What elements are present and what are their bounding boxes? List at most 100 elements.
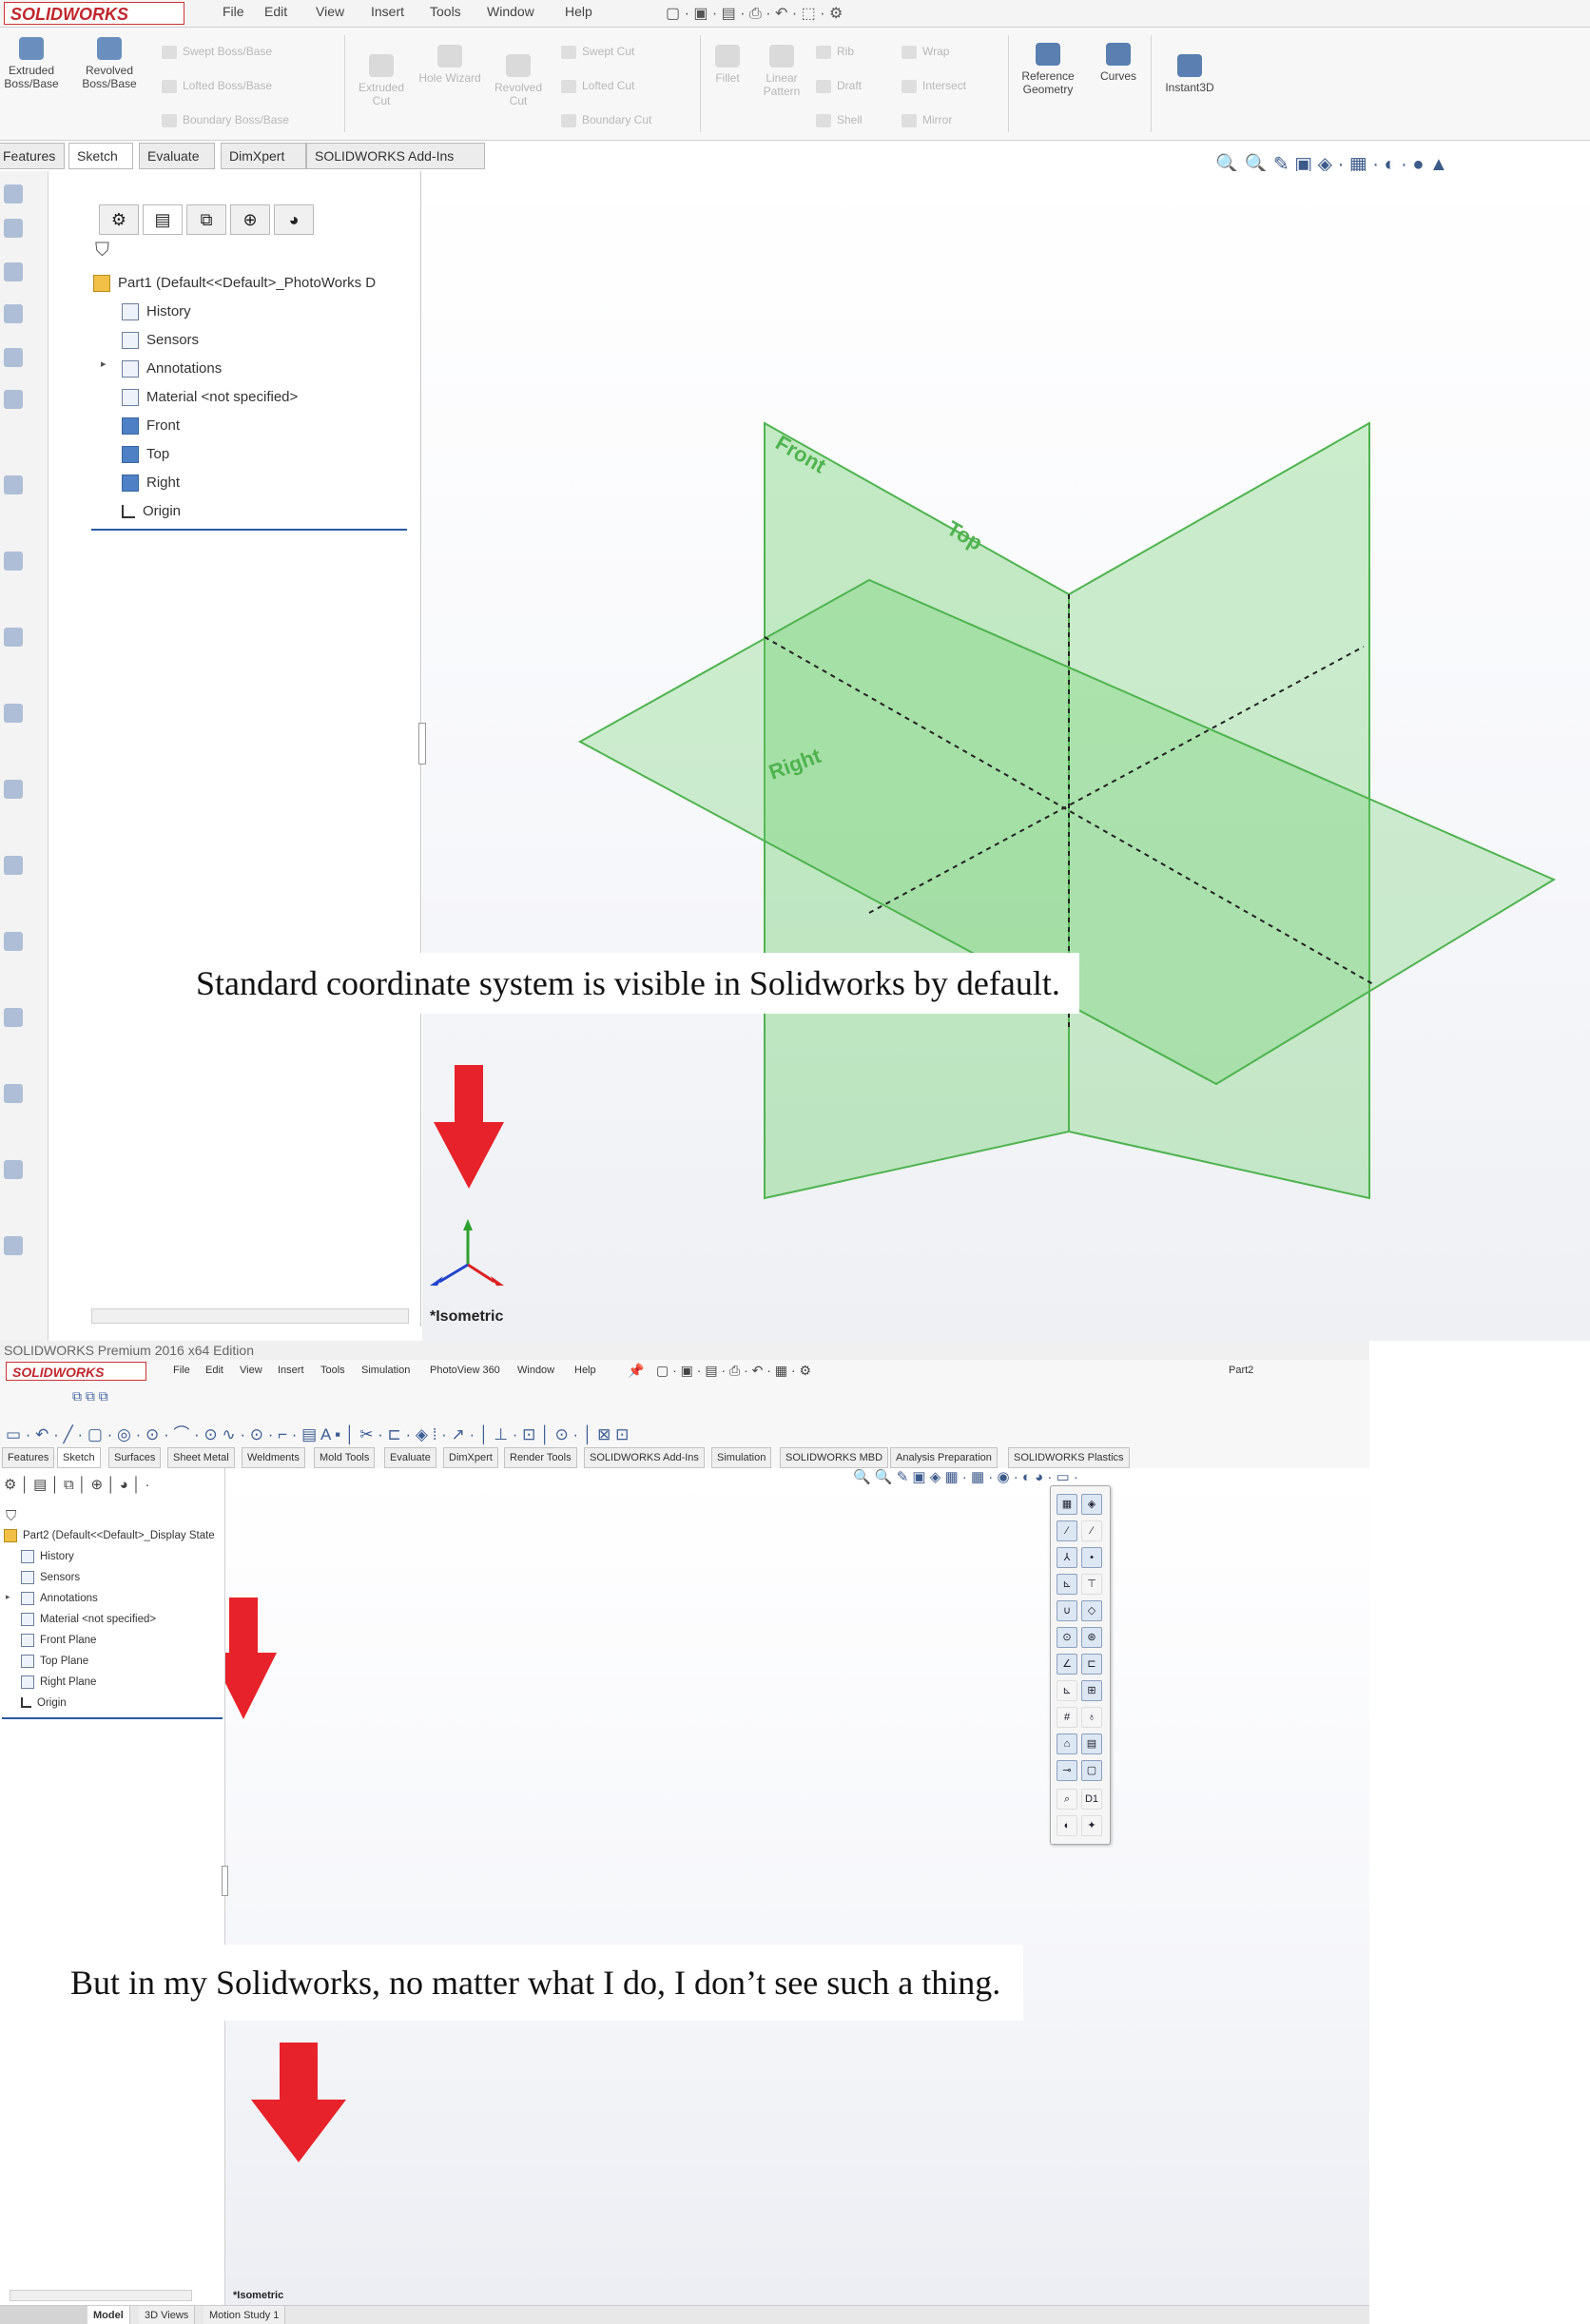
line-icon[interactable] — [4, 184, 23, 203]
intersect-button[interactable]: Intersect — [902, 79, 966, 93]
shell-button[interactable]: Shell — [816, 113, 863, 127]
graphics-area[interactable]: Front Top Right *Isometric — [418, 171, 1590, 1341]
menu-photoview[interactable]: PhotoView 360 — [430, 1365, 500, 1376]
view-origins-icon[interactable]: ⊾ — [1057, 1574, 1077, 1595]
feature-manager-tab[interactable]: ⚙ — [99, 204, 139, 235]
draft-button[interactable]: Draft — [816, 79, 862, 93]
view-cameras-icon[interactable]: ⌂ — [1057, 1733, 1077, 1754]
menu-edit[interactable]: Edit — [264, 4, 287, 19]
swept-cut-button[interactable]: Swept Cut — [561, 45, 634, 59]
lofted-cut-button[interactable]: Lofted Cut — [561, 79, 634, 93]
tab-evaluate[interactable]: Evaluate — [139, 143, 215, 169]
tree-item-origin[interactable]: Origin — [122, 498, 181, 525]
display-manager-tab[interactable]: ◕ — [274, 204, 314, 235]
lofted-boss-button[interactable]: Lofted Boss/Base — [162, 79, 272, 93]
menu-simulation[interactable]: Simulation — [361, 1365, 410, 1376]
mirror-button[interactable]: Mirror — [902, 113, 952, 127]
tab-model[interactable]: Model — [87, 2306, 130, 2324]
tree-part-root[interactable]: Part1 (Default<<Default>_PhotoWorks D — [93, 270, 376, 297]
tree-item-sensors[interactable]: Sensors — [21, 1569, 80, 1586]
view-annotations-icon[interactable]: ⊤ — [1081, 1574, 1102, 1595]
tab-scroll-controls[interactable] — [0, 2306, 88, 2324]
view-coordinate-systems-icon[interactable]: ⅄ — [1057, 1547, 1077, 1568]
tab-addins[interactable]: SOLIDWORKS Add-Ins — [584, 1447, 705, 1468]
view-grid-icon[interactable]: ⊞ — [1081, 1680, 1102, 1701]
quick-access-icons[interactable]: ▢ · ▣ · ▤ · ⎙ · ↶ · ⬚ · ⚙ — [666, 4, 843, 23]
view-lights-icon[interactable]: ♁ — [1081, 1707, 1102, 1728]
menu-insert[interactable]: Insert — [278, 1365, 304, 1376]
view-sketches-icon[interactable]: ◇ — [1081, 1600, 1102, 1621]
tab-render-tools[interactable]: Render Tools — [504, 1447, 577, 1468]
tab-sheet-metal[interactable]: Sheet Metal — [167, 1447, 235, 1468]
tree-item-material[interactable]: Material <not specified> — [21, 1611, 156, 1628]
menu-edit[interactable]: Edit — [205, 1365, 223, 1376]
tab-sketch[interactable]: Sketch — [68, 143, 133, 169]
view-sketch-grid-icon[interactable]: # — [1057, 1707, 1077, 1728]
panel-resize-handle[interactable] — [222, 1866, 228, 1896]
repair-icon[interactable] — [4, 932, 23, 951]
expand-arrow-icon[interactable]: ▸ — [6, 1592, 10, 1602]
rib-button[interactable]: Rib — [816, 45, 854, 59]
panel-resize-handle[interactable] — [418, 723, 426, 765]
menu-help[interactable]: Help — [574, 1365, 596, 1376]
tab-evaluate[interactable]: Evaluate — [384, 1447, 436, 1468]
boundary-boss-button[interactable]: Boundary Boss/Base — [162, 113, 289, 127]
view-all-types-icon[interactable]: ✦ — [1081, 1815, 1102, 1836]
mirror-entities-icon[interactable] — [4, 628, 23, 647]
view-dimension-names-icon[interactable]: ⊾ — [1057, 1680, 1077, 1701]
tree-part-root[interactable]: Part2 (Default<<Default>_Display State — [4, 1527, 215, 1544]
menu-window[interactable]: Window — [517, 1365, 554, 1376]
tab-motion-study[interactable]: Motion Study 1 — [204, 2306, 286, 2324]
curves-button[interactable]: Curves — [1090, 43, 1147, 83]
tab-addins[interactable]: SOLIDWORKS Add-Ins — [306, 143, 485, 169]
instant2d-icon[interactable] — [4, 1160, 23, 1179]
tab-features[interactable]: Features — [0, 143, 65, 169]
menu-view[interactable]: View — [316, 4, 344, 19]
view-curves-icon[interactable]: ∪ — [1057, 1600, 1077, 1621]
menu-view[interactable]: View — [240, 1365, 262, 1376]
menu-window[interactable]: Window — [487, 4, 534, 19]
trim-icon[interactable] — [4, 475, 23, 494]
extruded-boss-button[interactable]: Extruded Boss/Base — [0, 37, 63, 90]
tree-item-material[interactable]: Material <not specified> — [122, 384, 298, 411]
menu-tools[interactable]: Tools — [320, 1365, 345, 1376]
tree-item-sensors[interactable]: Sensors — [122, 327, 199, 354]
spline-icon[interactable] — [4, 348, 23, 367]
small-toolbar-icons[interactable]: ⧉ ⧉ ⧉ — [72, 1388, 108, 1404]
quick-snap-icon[interactable] — [4, 1008, 23, 1027]
view-selection-icon[interactable]: ⌕ — [1057, 1789, 1077, 1810]
pin-icon[interactable]: 📌 — [628, 1363, 644, 1379]
view-dim1-button[interactable]: D1 — [1081, 1789, 1102, 1810]
offset-icon[interactable] — [4, 552, 23, 571]
view-routes-icon[interactable]: ⊏ — [1081, 1654, 1102, 1675]
tab-analysis-preparation[interactable]: Analysis Preparation — [890, 1447, 998, 1468]
relations-icon[interactable] — [4, 856, 23, 875]
pattern-icon[interactable] — [4, 704, 23, 723]
sketch-tools-row[interactable]: ▭ · ↶ · ╱ · ▢ · ◎ · ⊙ · ⌒ · ⊙ ∿ · ⊙ · ⌐ … — [6, 1421, 629, 1444]
property-manager-tab[interactable]: ▤ — [143, 204, 183, 235]
tab-sketch[interactable]: Sketch — [57, 1447, 101, 1468]
tab-dimxpert[interactable]: DimXpert — [443, 1447, 498, 1468]
tree-item-front-plane[interactable]: Front Plane — [21, 1632, 96, 1649]
revolved-cut-button[interactable]: Revolved Cut — [485, 54, 552, 107]
tree-item-top-plane[interactable]: Top Plane — [21, 1653, 88, 1670]
tab-weldments[interactable]: Weldments — [242, 1447, 305, 1468]
configuration-manager-tab[interactable]: ⧉ — [186, 204, 226, 235]
view-sketch-relations-icon[interactable]: ⊛ — [1081, 1627, 1102, 1648]
panel-horizontal-scrollbar[interactable] — [91, 1308, 409, 1324]
tree-item-history[interactable]: History — [21, 1548, 74, 1565]
circle-icon[interactable] — [4, 262, 23, 281]
panel-horizontal-scrollbar[interactable] — [10, 2290, 192, 2301]
tab-surfaces[interactable]: Surfaces — [108, 1447, 162, 1468]
view-parting-lines-icon[interactable]: ∠ — [1057, 1654, 1077, 1675]
tree-item-history[interactable]: History — [122, 299, 191, 325]
tab-3d-views[interactable]: 3D Views — [139, 2306, 196, 2324]
dimxpert-manager-tab[interactable]: ⊕ — [230, 204, 270, 235]
wrap-button[interactable]: Wrap — [902, 45, 949, 59]
quick-access-icons[interactable]: ▢ · ▣ · ▤ · ⎙ · ↶ · ▦ · ⚙ — [656, 1363, 811, 1379]
extruded-cut-button[interactable]: Extruded Cut — [348, 54, 415, 107]
tab-mbd[interactable]: SOLIDWORKS MBD — [780, 1447, 889, 1468]
view-temp-axes-icon[interactable]: ⁄ — [1081, 1520, 1102, 1541]
graphics-area[interactable]: 🔍 🔍 ✎ ▣ ◈ ▦ · ▦ · ◉ · ◐ ◕ · ▭ · *Isometr… — [222, 1468, 1369, 2305]
tree-rollback-bar[interactable] — [2, 1717, 223, 1719]
